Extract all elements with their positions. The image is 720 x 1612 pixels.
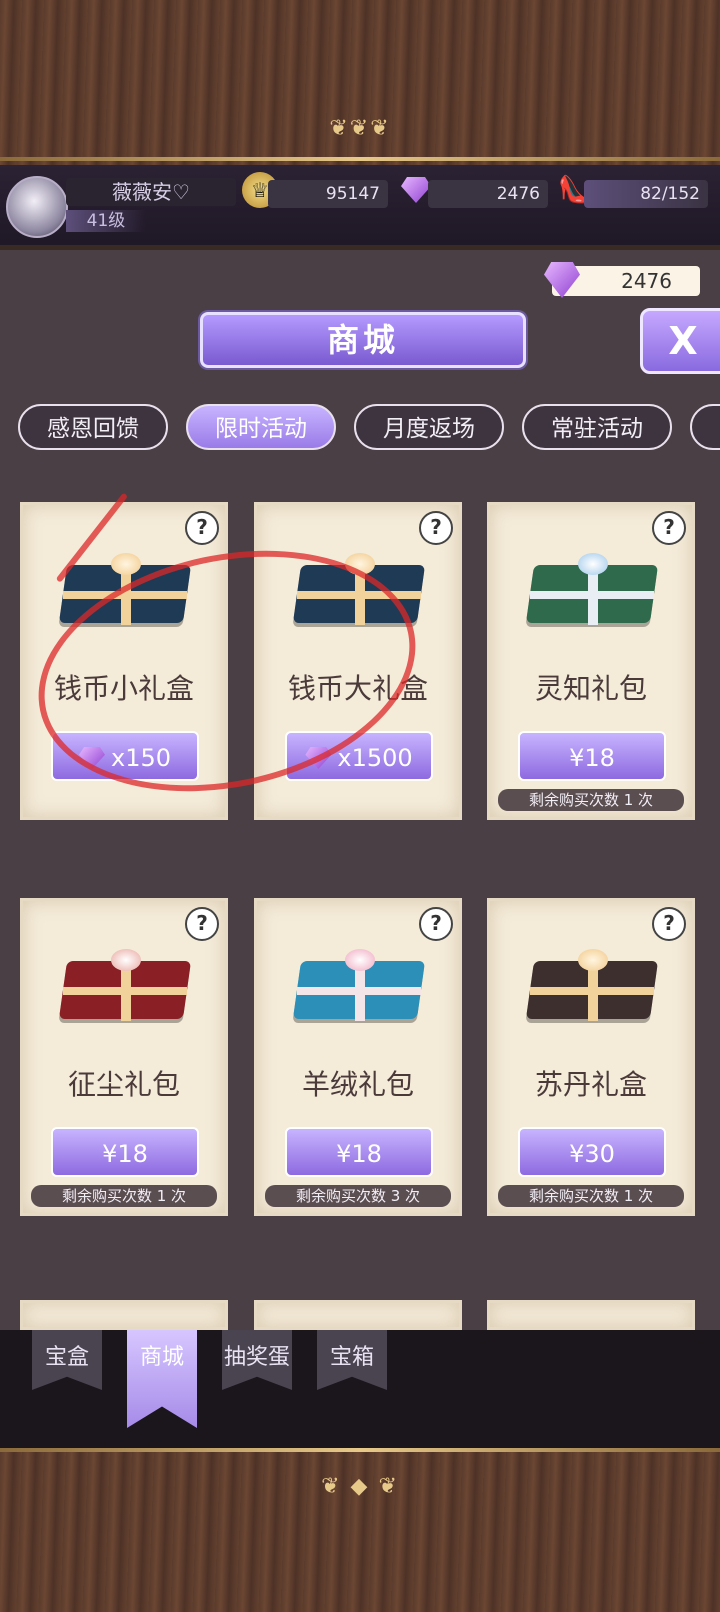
buy-button[interactable]: x1500 [285,731,433,781]
coin-count: 95147 [268,180,388,208]
player-level: 41级 [66,210,146,232]
remaining-purchases: 剩余购买次数 1 次 [498,1185,684,1207]
gift-box-icon [525,949,659,1023]
bottom-flourish: ❦ ◆ ❦ [321,1474,399,1499]
tab-more[interactable] [690,404,720,450]
item-card-peek[interactable] [254,1300,462,1330]
stamina-count: 82/152 [584,180,708,208]
item-name: 灵知礼包 [534,672,647,705]
item-name: 苏丹礼盒 [534,1068,647,1101]
gift-box-icon [58,949,192,1023]
gift-box-icon [525,553,659,627]
item-card-lingzhi-pack[interactable]: ? 灵知礼包 ¥18 剩余购买次数 1 次 [487,502,695,820]
item-name: 钱币小礼盒 [53,672,194,705]
help-icon[interactable]: ? [652,511,686,545]
bottom-wood-frame [0,1448,720,1612]
avatar[interactable] [6,176,68,238]
item-name: 钱币大礼盒 [287,672,428,705]
gift-box-icon [292,553,426,627]
tab-gratitude[interactable]: 感恩回馈 [18,404,168,450]
item-card-peek[interactable] [487,1300,695,1330]
tab-monthly-return[interactable]: 月度返场 [354,404,504,450]
buy-button[interactable]: ¥18 [518,731,666,781]
player-name: 薇薇安♡ [66,178,236,206]
item-card-peek[interactable] [20,1300,228,1330]
diamond-icon [78,747,105,769]
tab-regular-event[interactable]: 常驻活动 [522,404,672,450]
remaining-purchases: 剩余购买次数 1 次 [31,1185,217,1207]
gift-box-icon [58,553,192,627]
item-card-cashmere-pack[interactable]: ? 羊绒礼包 ¥18 剩余购买次数 3 次 [254,898,462,1216]
diamond-icon [305,747,332,769]
gift-box-icon [292,949,426,1023]
category-tabs: 感恩回馈 限时活动 月度返场 常驻活动 [0,404,720,452]
help-icon[interactable]: ? [652,907,686,941]
item-card-sultan-box[interactable]: ? 苏丹礼盒 ¥30 剩余购买次数 1 次 [487,898,695,1216]
item-card-small-coin-box[interactable]: ? 钱币小礼盒 x150 [20,502,228,820]
buy-button[interactable]: ¥30 [518,1127,666,1177]
buy-button[interactable]: ¥18 [51,1127,199,1177]
help-icon[interactable]: ? [419,511,453,545]
top-flourish: ❦❦❦ [329,116,391,141]
top-gold-rule [0,157,720,161]
help-icon[interactable]: ? [185,907,219,941]
item-card-zhengchen-pack[interactable]: ? 征尘礼包 ¥18 剩余购买次数 1 次 [20,898,228,1216]
buy-button[interactable]: ¥18 [285,1127,433,1177]
diamond-count: 2476 [428,180,548,208]
item-card-large-coin-box[interactable]: ? 钱币大礼盒 x1500 [254,502,462,820]
page-title: 商城 [200,312,526,368]
buy-button[interactable]: x150 [51,731,199,781]
close-button[interactable]: X [640,308,720,374]
item-name: 征尘礼包 [67,1068,180,1101]
help-icon[interactable]: ? [185,511,219,545]
item-name: 羊绒礼包 [301,1068,414,1101]
remaining-purchases: 剩余购买次数 3 次 [265,1185,451,1207]
help-icon[interactable]: ? [419,907,453,941]
price-label: x150 [110,744,171,772]
price-label: x1500 [337,744,413,772]
remaining-purchases: 剩余购买次数 1 次 [498,789,684,811]
tab-limited-event[interactable]: 限时活动 [186,404,336,450]
bottom-gold-rule [0,1448,720,1452]
